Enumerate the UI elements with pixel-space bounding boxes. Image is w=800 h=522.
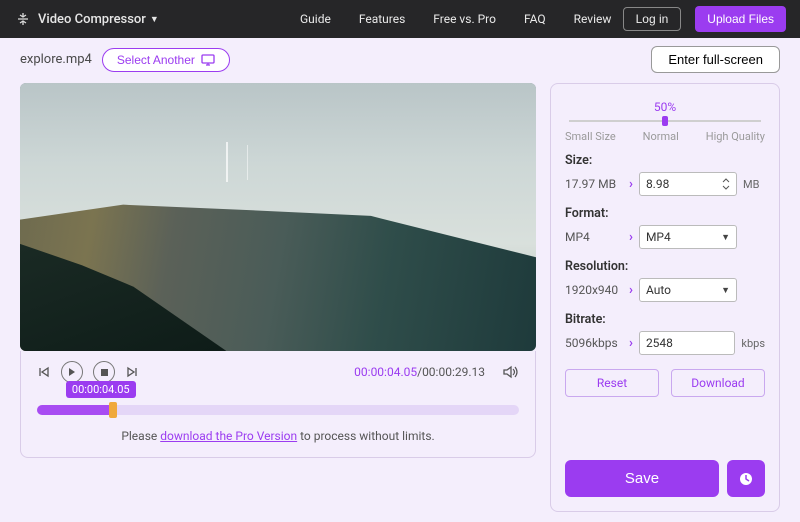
play-button[interactable]: [61, 361, 83, 383]
size-current: 17.97 MB: [565, 177, 623, 191]
current-time: 00:00:04.05: [354, 365, 417, 379]
total-time: 00:00:29.13: [422, 365, 485, 379]
limit-suffix: to process without limits.: [297, 429, 435, 443]
bitrate-target-value: 2548: [646, 336, 673, 350]
format-select[interactable]: MP4 ▼: [639, 225, 737, 249]
quality-slider-thumb[interactable]: [662, 116, 668, 126]
bitrate-row: Bitrate: 5096kbps › 2548 kbps: [565, 312, 765, 355]
app-root: Video Compressor ▼ Guide Features Free v…: [0, 0, 800, 522]
video-preview[interactable]: [20, 83, 536, 351]
action-row: Reset Download: [565, 369, 765, 397]
resolution-target-value: Auto: [646, 283, 671, 297]
seek-tooltip: 00:00:04.05: [66, 381, 136, 398]
video-waterfall: [226, 142, 228, 182]
size-target-input[interactable]: 8.98: [639, 172, 737, 196]
stepper-icon: [722, 177, 730, 191]
caret-down-icon: ▼: [721, 285, 730, 296]
player-controls: 00:00:04.05/00:00:29.13 00:00:04.05 Plea…: [20, 351, 536, 458]
label-normal: Normal: [643, 130, 679, 143]
bitrate-label: Bitrate:: [565, 312, 765, 327]
save-row: Save: [565, 460, 765, 497]
volume-icon[interactable]: [503, 365, 519, 379]
upload-files-button[interactable]: Upload Files: [695, 6, 786, 32]
video-waterfall2: [247, 145, 248, 180]
quality-slider-wrap: 50% Small Size Normal High Quality: [565, 100, 765, 143]
select-another-button[interactable]: Select Another: [102, 48, 230, 72]
nav-free-vs-pro[interactable]: Free vs. Pro: [433, 12, 496, 26]
monitor-icon: [201, 54, 215, 66]
nav-links: Guide Features Free vs. Pro FAQ Review: [170, 12, 611, 26]
filename-label: explore.mp4: [20, 52, 92, 67]
limit-notice: Please download the Pro Version to proce…: [37, 429, 519, 443]
brand-label: Video Compressor: [38, 12, 146, 27]
format-label: Format:: [565, 206, 765, 221]
seek-thumb[interactable]: [109, 402, 117, 418]
caret-down-icon: ▼: [721, 232, 730, 243]
brand-title[interactable]: Video Compressor ▼: [38, 12, 159, 27]
label-high: High Quality: [706, 130, 765, 143]
seek-bar[interactable]: 00:00:04.05: [37, 401, 519, 415]
stop-button[interactable]: [93, 361, 115, 383]
size-target-value: 8.98: [646, 177, 669, 191]
clock-icon: [738, 471, 754, 487]
nav-features[interactable]: Features: [359, 12, 405, 26]
size-row: Size: 17.97 MB › 8.98 MB: [565, 153, 765, 196]
nav-review[interactable]: Review: [574, 12, 612, 26]
schedule-button[interactable]: [727, 460, 765, 497]
limit-prefix: Please: [121, 429, 160, 443]
subheader: explore.mp4 Select Another Enter full-sc…: [0, 38, 800, 79]
download-button[interactable]: Download: [671, 369, 765, 397]
label-small: Small Size: [565, 130, 616, 143]
quality-slider[interactable]: [569, 116, 761, 126]
nav-faq[interactable]: FAQ: [524, 12, 546, 26]
bitrate-current: 5096kbps: [565, 336, 623, 350]
size-label: Size:: [565, 153, 765, 168]
resolution-select[interactable]: Auto ▼: [639, 278, 737, 302]
resolution-row: Resolution: 1920x940 › Auto ▼: [565, 259, 765, 302]
resolution-current: 1920x940: [565, 283, 623, 297]
reset-button[interactable]: Reset: [565, 369, 659, 397]
left-panel: 00:00:04.05/00:00:29.13 00:00:04.05 Plea…: [20, 83, 536, 512]
top-bar: Video Compressor ▼ Guide Features Free v…: [0, 0, 800, 38]
format-target-value: MP4: [646, 230, 671, 244]
timecode: 00:00:04.05/00:00:29.13: [354, 365, 485, 379]
arrow-right-icon: ›: [629, 230, 633, 245]
seek-fill: [37, 405, 114, 415]
fullscreen-button[interactable]: Enter full-screen: [651, 46, 780, 73]
arrow-right-icon: ›: [629, 336, 633, 351]
compress-icon: [14, 10, 32, 28]
skip-back-button[interactable]: [37, 365, 51, 379]
pro-version-link[interactable]: download the Pro Version: [160, 429, 297, 443]
resolution-label: Resolution:: [565, 259, 765, 274]
nav-guide[interactable]: Guide: [300, 12, 331, 26]
select-another-label: Select Another: [117, 53, 195, 67]
arrow-right-icon: ›: [629, 283, 633, 298]
playback-row: 00:00:04.05/00:00:29.13: [37, 361, 519, 383]
format-row: Format: MP4 › MP4 ▼: [565, 206, 765, 249]
save-button[interactable]: Save: [565, 460, 719, 497]
caret-down-icon: ▼: [150, 14, 159, 25]
format-current: MP4: [565, 230, 623, 244]
settings-panel: 50% Small Size Normal High Quality Size:…: [550, 83, 780, 512]
bitrate-input[interactable]: 2548: [639, 331, 735, 355]
body: 00:00:04.05/00:00:29.13 00:00:04.05 Plea…: [0, 79, 800, 522]
quality-slider-labels: Small Size Normal High Quality: [565, 130, 765, 143]
size-unit: MB: [743, 178, 765, 191]
skip-forward-button[interactable]: [125, 365, 139, 379]
login-button[interactable]: Log in: [623, 7, 682, 31]
arrow-right-icon: ›: [629, 177, 633, 192]
bitrate-unit: kbps: [741, 337, 765, 350]
quality-slider-value: 50%: [565, 100, 765, 114]
